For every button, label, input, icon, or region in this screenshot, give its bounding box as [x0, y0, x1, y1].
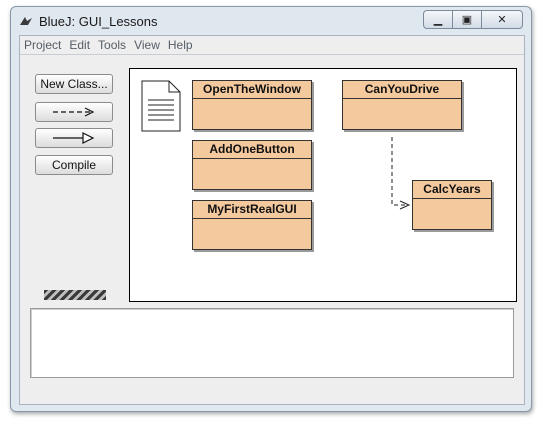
inheritance-arrow-icon	[53, 132, 95, 144]
main-panel: Project Edit Tools View Help New Class..…	[19, 35, 525, 405]
menu-view[interactable]: View	[130, 36, 164, 54]
menu-edit[interactable]: Edit	[65, 36, 94, 54]
close-icon: ✕	[497, 14, 507, 26]
class-addonebutton[interactable]: AddOneButton	[192, 140, 312, 190]
new-inheritance-arrow-button[interactable]	[35, 128, 113, 148]
new-dependency-arrow-button[interactable]	[35, 102, 113, 122]
machine-progress-indicator	[44, 290, 106, 300]
new-class-button[interactable]: New Class...	[35, 74, 113, 94]
class-name: AddOneButton	[193, 141, 311, 159]
class-openthewindow[interactable]: OpenTheWindow	[192, 80, 312, 130]
class-calcyears[interactable]: CalcYears	[412, 180, 492, 230]
output-text-area[interactable]	[30, 308, 514, 378]
window-title: BlueJ: GUI_Lessons	[39, 14, 158, 29]
window-controls: ▁ ▣ ✕	[423, 10, 523, 29]
title-bar[interactable]: BlueJ: GUI_Lessons ▁ ▣ ✕	[11, 7, 531, 35]
maximize-button[interactable]: ▣	[452, 10, 482, 29]
class-name: CanYouDrive	[343, 81, 461, 99]
class-name: CalcYears	[413, 181, 491, 199]
dashed-arrow-icon	[53, 107, 95, 117]
class-canyoudrive[interactable]: CanYouDrive	[342, 80, 462, 130]
maximize-icon: ▣	[461, 14, 473, 26]
readme-document-icon[interactable]	[141, 80, 181, 132]
menu-project[interactable]: Project	[20, 36, 65, 54]
class-diagram-canvas[interactable]: OpenTheWindow CanYouDrive AddOneButton C…	[129, 68, 517, 302]
minimize-icon: ▁	[433, 14, 443, 26]
menu-help[interactable]: Help	[164, 36, 197, 54]
bluej-logo-icon	[20, 17, 32, 25]
bluej-window: BlueJ: GUI_Lessons ▁ ▣ ✕ Project Edit To…	[10, 6, 532, 412]
class-myfirstrealgui[interactable]: MyFirstRealGUI	[192, 200, 312, 250]
class-name: MyFirstRealGUI	[193, 201, 311, 219]
class-name: OpenTheWindow	[193, 81, 311, 99]
menu-tools[interactable]: Tools	[94, 36, 130, 54]
close-button[interactable]: ✕	[481, 10, 523, 29]
compile-button[interactable]: Compile	[35, 155, 113, 175]
menu-bar: Project Edit Tools View Help	[20, 36, 524, 55]
minimize-button[interactable]: ▁	[423, 10, 453, 29]
